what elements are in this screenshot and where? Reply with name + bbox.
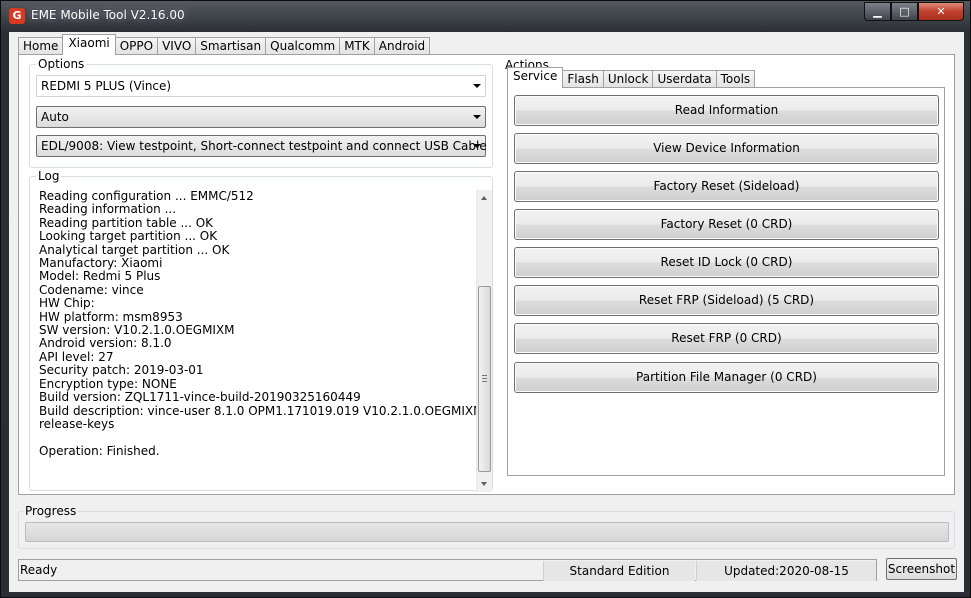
options-title: Options [36, 57, 87, 71]
scroll-up-icon[interactable] [481, 196, 487, 200]
tab-android[interactable]: Android [373, 37, 431, 55]
tab-userdata[interactable]: Userdata [652, 70, 717, 88]
scroll-thumb[interactable] [478, 286, 491, 472]
log-line: Model: Redmi 5 Plus [39, 269, 161, 284]
chevron-down-icon [473, 115, 481, 119]
log-line: SW version: V10.2.1.0.OEGMIXM [39, 323, 235, 338]
tab-tools[interactable]: Tools [715, 70, 756, 88]
progress-title: Progress [23, 504, 79, 518]
chevron-down-icon [473, 84, 481, 88]
scroll-down-icon[interactable] [481, 482, 487, 486]
options-group: Options REDMI 5 PLUS (Vince) Auto EDL/90… [29, 57, 493, 168]
reset-frp-button[interactable]: Reset FRP (0 CRD) [514, 323, 939, 354]
edition-label: Standard Edition [543, 561, 695, 581]
factory-reset-button[interactable]: Factory Reset (0 CRD) [514, 209, 939, 240]
main-tab-strip: Home Xiaomi OPPO VIVO Smartisan Qualcomm… [18, 34, 431, 55]
log-line: Reading information ... [39, 202, 177, 217]
tab-oppo[interactable]: OPPO [114, 37, 159, 55]
eme-logo-icon: G [9, 8, 25, 24]
read-information-button[interactable]: Read Information [514, 95, 939, 126]
updated-label: Updated:2020-08-15 [696, 561, 876, 581]
title-bar[interactable]: G EME Mobile Tool V2.16.00 ▁ □ ✕ [1, 1, 970, 31]
mode-select-value: Auto [41, 110, 69, 124]
actions-group: Actions Service Flash Unlock Userdata To… [503, 58, 948, 489]
log-line: Looking target partition ... OK [39, 229, 218, 244]
tab-home[interactable]: Home [18, 37, 64, 55]
chevron-down-icon [473, 144, 481, 148]
log-text: Reading configuration ... EMMC/512 Readin… [39, 190, 484, 458]
close-button[interactable]: ✕ [918, 2, 964, 21]
tab-xiaomi[interactable]: Xiaomi [62, 34, 116, 55]
log-line: API level: 27 [39, 349, 114, 364]
service-panel: Read Information View Device Information… [507, 87, 945, 476]
mode-select[interactable]: Auto [36, 106, 486, 128]
log-scrollbar[interactable] [476, 190, 492, 492]
tab-service[interactable]: Service [507, 67, 564, 88]
method-select[interactable]: EDL/9008: View testpoint, Short-connect … [36, 135, 487, 157]
reset-frp-sideload-button[interactable]: Reset FRP (Sideload) (5 CRD) [514, 285, 939, 316]
tab-qualcomm[interactable]: Qualcomm [265, 37, 341, 55]
log-group: Log Reading configuration ... EMMC/512 Re… [29, 169, 493, 492]
log-line: Operation: Finished. [39, 443, 160, 458]
log-line: Manufactory: Xiaomi [39, 256, 163, 271]
log-line: Codename: vince [39, 282, 144, 297]
log-line: Build description: vince-user 8.1.0 OPM1… [39, 403, 484, 418]
progress-bar [25, 522, 949, 542]
minimize-button[interactable]: ▁ [864, 2, 891, 21]
log-line: Android version: 8.1.0 [39, 336, 172, 351]
partition-file-manager-button[interactable]: Partition File Manager (0 CRD) [514, 362, 939, 393]
tab-vivo[interactable]: VIVO [157, 37, 197, 55]
tab-mtk[interactable]: MTK [339, 37, 375, 55]
grip-icon [482, 375, 487, 382]
log-line: Analytical target partition ... OK [39, 242, 230, 257]
maximize-button[interactable]: □ [891, 2, 918, 21]
log-line: Security patch: 2019-03-01 [39, 363, 204, 378]
actions-tab-strip: Service Flash Unlock Userdata Tools [507, 67, 756, 88]
tab-flash[interactable]: Flash [562, 70, 604, 88]
window-title: EME Mobile Tool V2.16.00 [31, 8, 185, 22]
log-title: Log [36, 169, 62, 183]
xiaomi-tab-panel: Options REDMI 5 PLUS (Vince) Auto EDL/90… [18, 54, 955, 495]
client-area: Home Xiaomi OPPO VIVO Smartisan Qualcomm… [9, 32, 964, 592]
status-bar: Ready Standard Edition Updated:2020-08-1… [18, 559, 877, 581]
method-select-value: EDL/9008: View testpoint, Short-connect … [41, 139, 487, 153]
tab-smartisan[interactable]: Smartisan [195, 37, 267, 55]
log-line: Reading configuration ... EMMC/512 [39, 190, 254, 203]
reset-id-lock-button[interactable]: Reset ID Lock (0 CRD) [514, 247, 939, 278]
app-window: G EME Mobile Tool V2.16.00 ▁ □ ✕ Home Xi… [0, 0, 971, 598]
factory-reset-sideload-button[interactable]: Factory Reset (Sideload) [514, 171, 939, 202]
log-line: Reading partition table ... OK [39, 215, 214, 230]
log-line: HW Chip: [39, 296, 95, 311]
log-line: HW platform: msm8953 [39, 309, 183, 324]
log-textarea[interactable]: Reading configuration ... EMMC/512 Readin… [38, 190, 492, 492]
window-controls: ▁ □ ✕ [864, 2, 964, 22]
log-line: Encryption type: NONE [39, 376, 177, 391]
screenshot-button[interactable]: Screenshot [886, 558, 957, 580]
log-line: release-keys [39, 416, 115, 431]
model-select-value: REDMI 5 PLUS (Vince) [41, 79, 172, 93]
model-select[interactable]: REDMI 5 PLUS (Vince) [36, 75, 486, 97]
status-text: Ready [20, 563, 58, 577]
view-device-information-button[interactable]: View Device Information [514, 133, 939, 164]
tab-unlock[interactable]: Unlock [602, 70, 654, 88]
log-line: Build version: ZQL1711-vince-build-20190… [39, 390, 361, 405]
